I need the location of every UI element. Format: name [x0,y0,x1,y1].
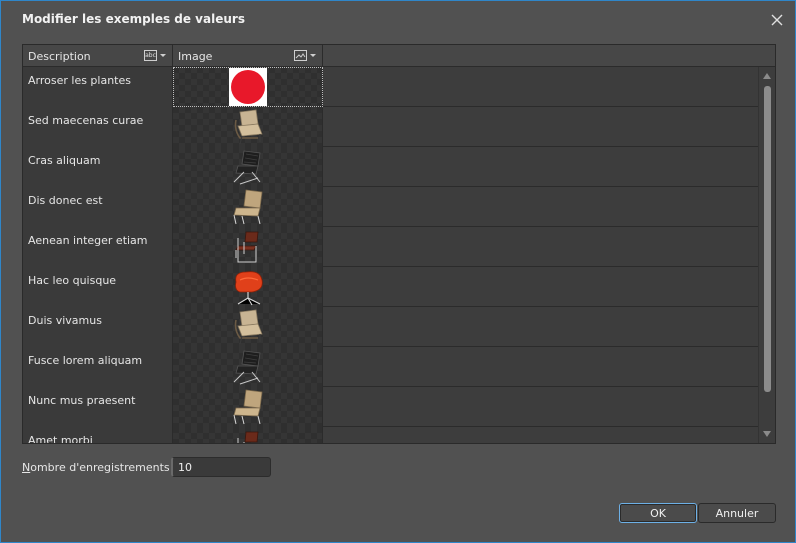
column-header-label: Description [28,49,91,63]
image-cell[interactable] [173,107,323,147]
column-type-dropdown[interactable] [294,50,316,61]
image-cell[interactable] [173,147,323,187]
table-row[interactable]: Sed maecenas curae [23,107,759,147]
grid-header: Description abc Image [23,45,775,67]
cancel-button[interactable]: Annuler [698,503,776,523]
description-cell[interactable]: Nunc mus praesent [23,387,173,427]
description-cell[interactable]: Arroser les plantes [23,67,173,107]
scroll-down-arrow-icon[interactable] [763,431,771,437]
brown-chrome-chair-image [237,431,258,443]
close-icon[interactable] [769,12,785,28]
column-header-label: Image [178,49,213,63]
black-leather-chair-image [233,350,260,385]
image-cell[interactable] [173,427,323,443]
description-cell[interactable]: Dis donec est [23,187,173,227]
title-bar: Modifier les exemples de valeurs [1,1,795,37]
red-swan-chair-image [234,271,263,306]
image-cell[interactable] [173,267,323,307]
red-circle-image [228,68,267,106]
column-header-description[interactable]: Description abc [23,45,173,67]
image-cell[interactable] [173,187,323,227]
column-type-dropdown[interactable]: abc [144,50,166,61]
tan-chair-image [232,389,262,425]
table-row[interactable]: Dis donec est [23,187,759,227]
image-icon [294,50,307,61]
table-row[interactable]: Hac leo quisque [23,267,759,307]
image-cell[interactable] [173,307,323,347]
chevron-down-icon [160,54,166,57]
table-row[interactable]: Amet morbi [23,427,759,443]
chevron-down-icon [310,54,316,57]
column-header-image[interactable]: Image [173,45,323,67]
black-leather-chair-image [233,150,260,185]
description-cell[interactable]: Fusce lorem aliquam [23,347,173,387]
scrollbar-thumb[interactable] [764,86,771,392]
description-cell[interactable]: Aenean integer etiam [23,227,173,267]
table-row[interactable]: Duis vivamus [23,307,759,347]
ok-button[interactable]: OK [619,503,697,523]
scroll-up-arrow-icon[interactable] [763,73,771,79]
tan-chair-image [232,189,262,225]
table-row[interactable]: Fusce lorem aliquam [23,347,759,387]
description-cell[interactable]: Hac leo quisque [23,267,173,307]
description-cell[interactable]: Duis vivamus [23,307,173,347]
table-row[interactable]: Aenean integer etiam [23,227,759,267]
brown-chrome-chair-image [234,231,258,263]
sample-values-grid: Description abc Image Arroser les plante… [22,44,776,444]
description-cell[interactable]: Amet morbi [23,427,173,443]
image-cell[interactable] [173,347,323,387]
description-cell[interactable]: Sed maecenas curae [23,107,173,147]
record-count-hotkey: N [22,461,31,474]
vertical-scrollbar[interactable] [758,67,775,443]
record-count-label-text: ombre d'enregistrements [30,461,170,474]
table-row[interactable]: Arroser les plantes [23,67,759,107]
image-cell[interactable] [173,387,323,427]
table-row[interactable]: Nunc mus praesent [23,387,759,427]
record-count-input[interactable] [171,457,271,477]
dialog-title: Modifier les exemples de valeurs [22,12,245,26]
description-cell[interactable]: Cras aliquam [23,147,173,187]
abc-text-icon: abc [144,50,157,61]
beige-chair-image [234,309,263,345]
grid-rows: Arroser les plantes Sed maecenas curae C… [23,67,759,443]
image-cell[interactable] [173,227,323,267]
edit-sample-values-dialog: Modifier les exemples de valeurs Descrip… [0,0,796,543]
table-row[interactable]: Cras aliquam [23,147,759,187]
beige-chair-image [234,109,263,145]
image-cell[interactable] [173,67,323,107]
record-count-label: Nombre d'enregistrements [22,461,170,474]
